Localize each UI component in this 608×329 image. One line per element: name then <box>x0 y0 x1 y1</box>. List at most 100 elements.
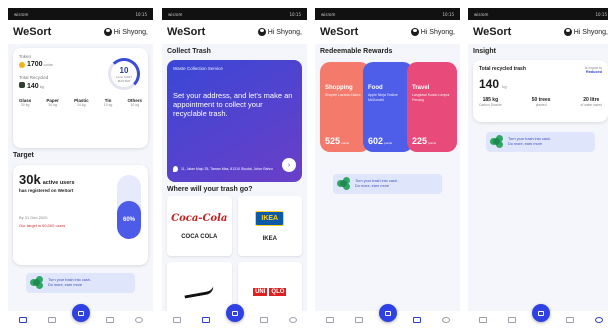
nav-home-icon[interactable] <box>325 317 334 323</box>
promo-banner[interactable]: Turn your trash into cash. Do more, earn… <box>26 273 135 293</box>
target-card[interactable]: 30k active users has registered on WeSor… <box>13 165 148 265</box>
collect-headline: Set your address, and let's make an appo… <box>173 91 293 118</box>
nav-truck-icon[interactable] <box>507 317 516 323</box>
wallet-card[interactable]: Token 1700 coins Total Recycled 140 kg 1… <box>13 48 148 148</box>
status-bar: wisrom 10:15 <box>162 8 307 20</box>
nav-gift-icon[interactable] <box>259 317 268 323</box>
nav-insight-icon[interactable] <box>288 317 297 323</box>
top-bar: WeSort Hi Shyong, <box>468 20 608 44</box>
screen-collect: wisrom 10:15 WeSort Hi Shyong, Collect T… <box>162 8 307 329</box>
nav-truck-icon[interactable] <box>354 317 363 323</box>
brand-card-cocacola[interactable]: Coca-Cola COCA COLA <box>167 196 232 256</box>
rewards-carousel: Shopping Shopee Lazada Zalora 525points … <box>315 58 460 162</box>
service-label: Waste Collection Service <box>173 66 223 71</box>
profile-button[interactable]: Hi Shyong, <box>410 28 455 36</box>
nav-truck-icon[interactable] <box>47 317 56 323</box>
brand-name: IKEA <box>262 235 277 242</box>
nav-home-icon[interactable] <box>18 317 27 323</box>
insight-card[interactable]: Total recycled trash is equal to Reduced… <box>473 60 608 122</box>
clover-icon <box>490 135 504 149</box>
status-time: 10:15 <box>289 11 301 17</box>
greeting: Hi Shyong, <box>113 28 148 36</box>
nav-insight-icon[interactable] <box>594 317 603 323</box>
progress-label: 60% <box>122 216 135 223</box>
impact-stats: 185 kg Carbon Dioxide 50 trees planted 20 … <box>479 97 602 107</box>
user-icon <box>563 28 572 36</box>
total-value: 140 kg <box>479 77 507 91</box>
reward-desc: Langkawi Kuala Lumpur Penang <box>412 93 450 102</box>
carrier-label: wisrom <box>321 11 336 17</box>
insight-title: Insight <box>473 48 496 55</box>
nav-home-icon[interactable] <box>478 317 487 323</box>
ikea-logo: IKEA <box>255 210 285 226</box>
brand-name: COCA COLA <box>181 233 218 240</box>
reward-card-travel[interactable]: Travel Langkawi Kuala Lumpur Penang 225p… <box>407 62 457 152</box>
screen-home: wisrom 10:15 WeSort Hi Shyong, Token 170… <box>8 8 153 329</box>
status-time: 10:15 <box>135 11 147 17</box>
stat-water: 20 litre of water saved <box>580 97 602 107</box>
profile-button[interactable]: Hi Shyong, <box>257 28 302 36</box>
brands-title: Where will your trash go? <box>167 186 253 193</box>
top-bar: WeSort Hi Shyong, <box>162 20 307 44</box>
level-ring: 10 Level SORT MASTER <box>108 58 140 90</box>
recycled-unit: kg <box>39 84 44 89</box>
token-value: 1700 <box>27 61 43 68</box>
camera-icon <box>537 310 544 316</box>
status-time: 10:15 <box>595 11 607 17</box>
nav-home-icon[interactable] <box>172 317 181 323</box>
clover-icon <box>30 276 44 290</box>
level-caption: Level SORT MASTER <box>115 74 133 83</box>
active-users-value: 30k <box>19 172 41 187</box>
promo-line2: Do more, earn more <box>355 184 389 188</box>
reward-points: 225points <box>412 136 437 146</box>
top-bar: WeSort Hi Shyong, <box>315 20 460 44</box>
camera-icon <box>384 310 391 316</box>
nav-gift-icon[interactable] <box>412 317 421 323</box>
reward-desc: Shopee Lazada Zalora <box>325 93 361 97</box>
coin-icon <box>19 61 25 68</box>
promo-banner[interactable]: Turn your trash into cash. Do more, earn… <box>333 174 442 194</box>
promo-banner[interactable]: Turn your trash into cash. Do more, earn… <box>486 132 595 152</box>
app-brand: WeSort <box>320 26 359 38</box>
brand-card-ikea[interactable]: IKEA IKEA <box>237 196 302 256</box>
chevron-right-icon: › <box>287 161 291 169</box>
nav-gift-icon[interactable] <box>565 317 574 323</box>
carrier-label: wisrom <box>14 11 29 17</box>
stat-trees: 50 trees planted <box>531 97 551 107</box>
top-bar: WeSort Hi Shyong, <box>8 20 153 44</box>
profile-button[interactable]: Hi Shyong, <box>103 28 148 36</box>
level-value: 10 <box>119 65 129 75</box>
promo-line2: Do more, earn more <box>48 283 82 287</box>
reward-card-food[interactable]: Food Apple Ninja Tealive McDonald 602poi… <box>363 62 413 152</box>
camera-button[interactable] <box>225 304 244 322</box>
greeting: Hi Shyong, <box>420 28 455 36</box>
reward-points: 525points <box>325 136 350 146</box>
trash-bag-icon <box>19 82 25 88</box>
bin-plastic: Plastic 24 kg <box>74 98 89 107</box>
camera-button[interactable] <box>71 304 90 322</box>
profile-button[interactable]: Hi Shyong, <box>563 28 608 36</box>
next-button[interactable]: › <box>282 158 296 172</box>
camera-icon <box>231 310 238 316</box>
nav-gift-icon[interactable] <box>105 317 114 323</box>
status-time: 10:15 <box>442 11 454 17</box>
nav-truck-icon[interactable] <box>201 317 210 323</box>
camera-button[interactable] <box>531 304 550 322</box>
app-brand: WeSort <box>167 26 206 38</box>
stat-co2: 185 kg Carbon Dioxide <box>479 97 502 107</box>
reward-title: Food <box>368 85 383 91</box>
cocacola-logo: Coca-Cola <box>171 212 228 224</box>
greeting: Hi Shyong, <box>267 28 302 36</box>
collect-card[interactable]: Waste Collection Service Set your addres… <box>167 60 302 182</box>
recycled-value: 140 <box>27 83 39 90</box>
camera-button[interactable] <box>378 304 397 322</box>
equal-to: is equal to Reduced <box>584 66 602 74</box>
token-unit: coins <box>43 62 53 67</box>
reward-desc: Apple Ninja Tealive McDonald <box>368 93 398 102</box>
nav-insight-icon[interactable] <box>441 317 450 323</box>
total-label: Total recycled trash <box>479 66 526 72</box>
bin-glass: Glass 30 kg <box>19 98 32 107</box>
app-brand: WeSort <box>13 26 52 38</box>
nav-insight-icon[interactable] <box>134 317 143 323</box>
reward-title: Shopping <box>325 85 353 91</box>
